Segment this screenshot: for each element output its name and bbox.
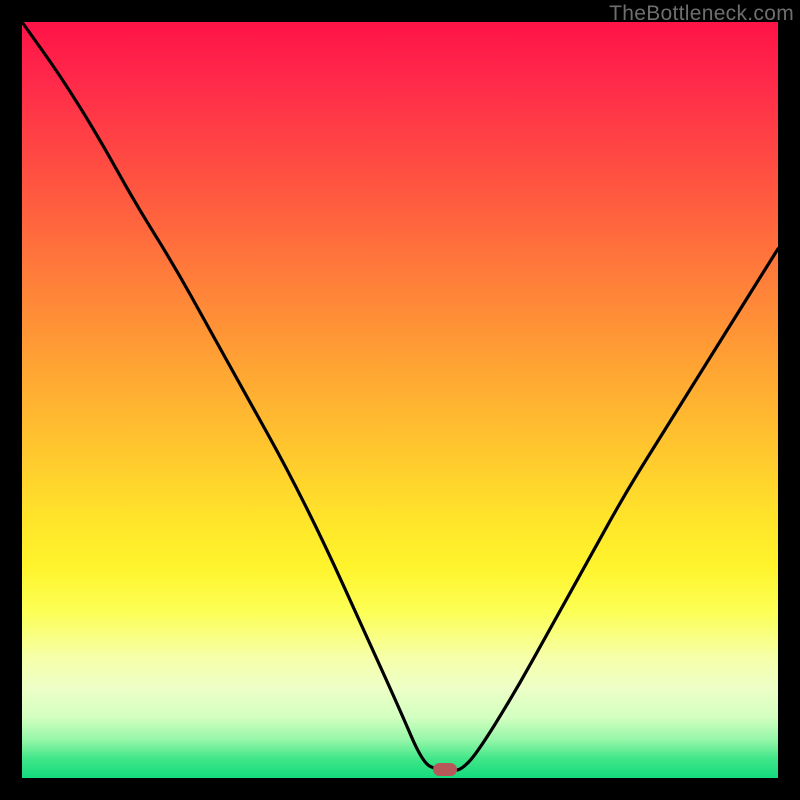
bottleneck-curve bbox=[22, 22, 778, 778]
optimal-marker bbox=[433, 763, 457, 776]
chart-frame: TheBottleneck.com bbox=[0, 0, 800, 800]
plot-area bbox=[22, 22, 778, 778]
curve-path bbox=[22, 22, 778, 770]
